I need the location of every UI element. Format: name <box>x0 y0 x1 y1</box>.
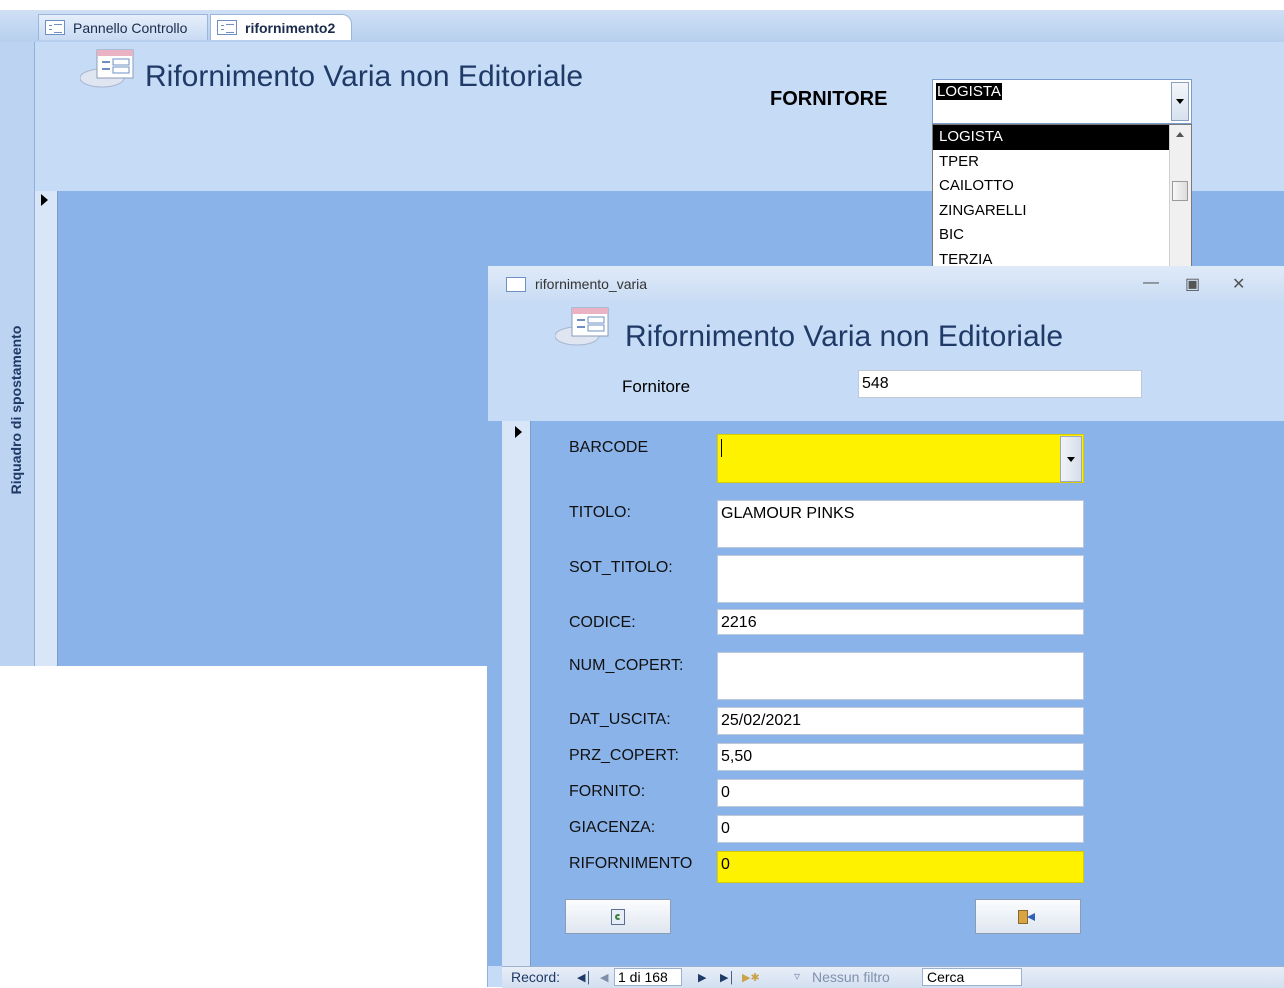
form-icon <box>45 20 65 35</box>
titolo-label: TITOLO: <box>569 504 631 521</box>
popup-form-detail: BARCODE TITOLO: GLAMOUR PINKS SOT_TITOLO… <box>488 421 1284 966</box>
giacenza-field[interactable]: 0 <box>717 815 1084 843</box>
supplier-combo[interactable]: LOGISTA <box>932 79 1192 124</box>
search-field[interactable]: Cerca <box>922 968 1022 986</box>
dat-uscita-field[interactable]: 25/02/2021 <box>717 707 1084 735</box>
form-logo-icon <box>80 49 134 88</box>
supplier-label: FORNITORE <box>770 88 888 110</box>
form-icon <box>217 20 237 35</box>
record-position-field[interactable]: 1 di 168 <box>614 968 682 986</box>
filter-status[interactable]: Nessun filtro <box>812 969 890 985</box>
supplier-label: Fornitore <box>622 377 691 396</box>
rifornimento-label: RIFORNIMENTO <box>569 855 693 872</box>
minimize-button[interactable]: — <box>1143 274 1159 292</box>
popup-window-title: rifornimento_varia <box>535 276 648 292</box>
form-icon <box>506 277 526 292</box>
barcode-label: BARCODE <box>569 439 649 456</box>
rifornimento-field[interactable]: 0 <box>717 851 1084 883</box>
close-button[interactable]: ✕ <box>1232 274 1245 294</box>
filter-icon: ▿ <box>794 969 801 983</box>
dropdown-option[interactable]: ZINGARELLI <box>933 199 1169 224</box>
combo-dropdown-button[interactable] <box>1060 436 1082 482</box>
combo-dropdown-button[interactable] <box>1171 82 1189 121</box>
maximize-button[interactable]: ▣ <box>1185 274 1200 294</box>
chevron-down-icon <box>1067 456 1075 462</box>
form-logo-icon <box>555 307 609 346</box>
sot-titolo-label: SOT_TITOLO: <box>569 559 673 576</box>
titolo-field[interactable]: GLAMOUR PINKS <box>717 500 1084 548</box>
background-form-title: Rifornimento Varia non Editoriale <box>145 60 584 93</box>
dat-uscita-label: DAT_USCITA: <box>569 711 671 728</box>
record-selector[interactable] <box>502 421 531 966</box>
tab-label: Pannello Controllo <box>73 19 188 36</box>
popup-title-bar[interactable]: rifornimento_varia — ▣ ✕ <box>488 266 1284 302</box>
scrollbar-thumb[interactable] <box>1172 181 1188 201</box>
record-navigation-bar: Record: ◀│ ◀ 1 di 168 ▶ ▶│ ▶✱ ▿ Nessun f… <box>502 966 1284 988</box>
exit-door-icon <box>1018 909 1038 925</box>
first-record-icon[interactable]: ◀│ <box>577 971 592 984</box>
prz-copert-field[interactable]: 5,50 <box>717 743 1084 771</box>
next-record-icon[interactable]: ▶ <box>698 971 706 984</box>
prz-copert-label: PRZ_COPERT: <box>569 747 679 764</box>
dropdown-option[interactable]: BIC <box>933 223 1169 248</box>
previous-record-icon[interactable]: ◀ <box>600 971 608 984</box>
num-copert-label: NUM_COPERT: <box>569 657 684 674</box>
current-record-arrow-icon <box>515 426 522 438</box>
requery-icon <box>611 908 625 925</box>
num-copert-field[interactable] <box>717 652 1084 700</box>
fornito-label: FORNITO: <box>569 783 646 800</box>
scroll-up-icon[interactable] <box>1176 132 1184 137</box>
tab-label: rifornimento2 <box>245 19 336 36</box>
dropdown-scrollbar[interactable] <box>1169 125 1191 273</box>
dropdown-option[interactable]: LOGISTA <box>933 125 1169 150</box>
supplier-field[interactable]: 548 <box>858 370 1142 398</box>
popup-heading: Rifornimento Varia non Editoriale <box>625 320 1064 353</box>
popup-form-window: rifornimento_varia — ▣ ✕ Rifornimento Va… <box>487 266 1284 988</box>
tab-pannello-controllo[interactable]: Pannello Controllo <box>38 14 208 40</box>
tab-rifornimento2[interactable]: rifornimento2 <box>210 14 352 40</box>
fornito-field[interactable]: 0 <box>717 779 1084 807</box>
supplier-combo-value: LOGISTA <box>936 83 1002 100</box>
new-record-icon[interactable]: ▶✱ <box>742 971 760 984</box>
record-selector[interactable] <box>35 191 58 666</box>
giacenza-label: GIACENZA: <box>569 819 656 836</box>
last-record-icon[interactable]: ▶│ <box>720 971 735 984</box>
dropdown-option[interactable]: TPER <box>933 150 1169 175</box>
document-tab-strip: Pannello Controllo rifornimento2 <box>0 10 1284 43</box>
sot-titolo-field[interactable] <box>717 555 1084 603</box>
codice-label: CODICE: <box>569 614 636 631</box>
codice-field[interactable]: 2216 <box>717 609 1084 635</box>
text-caret <box>721 439 722 457</box>
dropdown-option[interactable]: CAILOTTO <box>933 174 1169 199</box>
record-label: Record: <box>511 969 561 985</box>
chevron-down-icon <box>1176 99 1184 104</box>
requery-button[interactable] <box>565 899 671 934</box>
exit-button[interactable] <box>975 899 1081 934</box>
navigation-pane-label[interactable]: Riquadro di spostamento <box>8 245 28 575</box>
barcode-combo[interactable] <box>717 434 1084 483</box>
current-record-arrow-icon <box>41 194 48 206</box>
popup-form-header: Rifornimento Varia non Editoriale Fornit… <box>488 302 1284 421</box>
supplier-dropdown-list[interactable]: LOGISTA TPER CAILOTTO ZINGARELLI BIC TER… <box>932 124 1192 274</box>
